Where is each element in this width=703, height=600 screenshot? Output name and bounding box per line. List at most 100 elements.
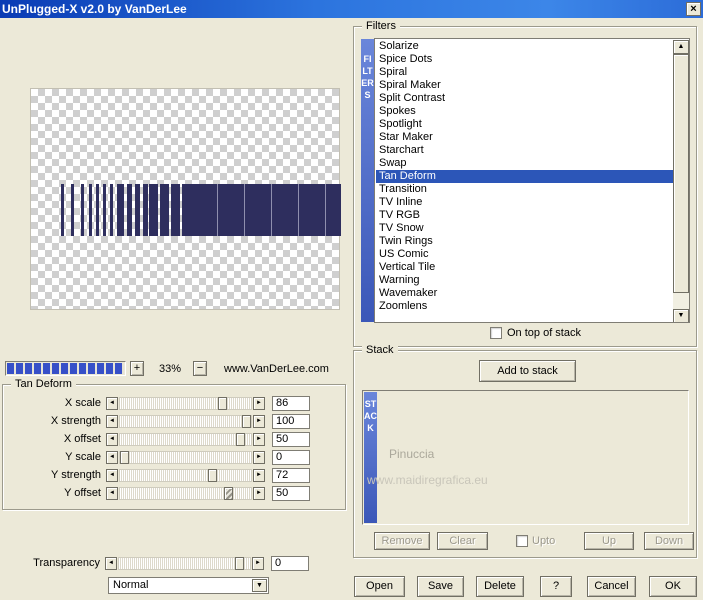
scroll-thumb[interactable]: [673, 54, 689, 293]
on-top-of-stack-checkbox[interactable]: [490, 327, 502, 339]
slider-track[interactable]: [119, 486, 252, 500]
filters-list[interactable]: Solarize Spice Dots Spiral Spiral Maker Spli…: [374, 38, 690, 323]
list-item[interactable]: Solarize: [376, 40, 673, 53]
list-item[interactable]: Spotlight: [376, 118, 673, 131]
list-item[interactable]: Spokes: [376, 105, 673, 118]
list-item[interactable]: Starchart: [376, 144, 673, 157]
slider-row-y-offset: Y offset ◄ ► 50: [7, 485, 345, 501]
slider-value-field[interactable]: 72: [272, 467, 310, 483]
delete-button[interactable]: Delete: [476, 576, 524, 597]
slider-right-arrow-icon[interactable]: ►: [253, 432, 265, 446]
slider-value-field[interactable]: 50: [272, 431, 310, 447]
list-item[interactable]: Zoomlens: [376, 300, 673, 313]
slider-left-arrow-icon[interactable]: ◄: [106, 450, 118, 464]
slider-right-arrow-icon[interactable]: ►: [253, 468, 265, 482]
slider-track[interactable]: [119, 414, 252, 428]
slider-track[interactable]: [119, 432, 252, 446]
remove-button[interactable]: Remove: [374, 532, 430, 550]
on-top-of-stack-label: On top of stack: [507, 327, 581, 339]
list-item[interactable]: Spice Dots: [376, 53, 673, 66]
slider-track[interactable]: [119, 468, 252, 482]
slider-thumb[interactable]: [223, 486, 233, 500]
stack-group-label: Stack: [362, 344, 398, 357]
filters-scrollbar[interactable]: ▲ ▼: [673, 40, 689, 322]
save-button[interactable]: Save: [417, 576, 464, 597]
slider-value-field[interactable]: 86: [272, 395, 310, 411]
progress-fill: [7, 363, 124, 374]
zoom-in-button[interactable]: +: [130, 361, 144, 376]
close-button[interactable]: ×: [686, 2, 701, 16]
band-stripes-medium: [89, 184, 119, 236]
scroll-up-icon: ▲: [677, 43, 685, 50]
slider-thumb[interactable]: [217, 396, 227, 410]
effect-band: [31, 184, 341, 236]
transparency-thumb[interactable]: [234, 556, 244, 570]
slider-left-arrow-icon[interactable]: ◄: [106, 432, 118, 446]
list-item[interactable]: Swap: [376, 157, 673, 170]
slider-thumb[interactable]: [235, 432, 245, 446]
window-titlebar[interactable]: UnPlugged-X v2.0 by VanDerLee: [0, 0, 703, 18]
up-button[interactable]: Up: [584, 532, 634, 550]
list-item[interactable]: TV RGB: [376, 209, 673, 222]
list-item[interactable]: US Comic: [376, 248, 673, 261]
slider-value-field[interactable]: 0: [272, 449, 310, 465]
slider-right-arrow-icon[interactable]: ►: [252, 556, 264, 570]
transparency-label: Transparency: [33, 557, 100, 569]
slider-left-arrow-icon[interactable]: ◄: [105, 556, 117, 570]
list-item[interactable]: Wavemaker: [376, 287, 673, 300]
band-stripes-dense: [119, 184, 149, 236]
transparency-track[interactable]: [118, 556, 251, 570]
list-item[interactable]: Twin Rings: [376, 235, 673, 248]
add-to-stack-button[interactable]: Add to stack: [479, 360, 576, 382]
slider-value-field[interactable]: 50: [272, 485, 310, 501]
ok-button[interactable]: OK: [649, 576, 697, 597]
list-item[interactable]: Split Contrast: [376, 92, 673, 105]
slider-thumb[interactable]: [207, 468, 217, 482]
list-item[interactable]: Vertical Tile: [376, 261, 673, 274]
zoom-out-button[interactable]: −: [193, 361, 207, 376]
slider-right-arrow-icon[interactable]: ►: [253, 414, 265, 428]
vendor-link[interactable]: www.VanDerLee.com: [224, 363, 329, 375]
open-button[interactable]: Open: [354, 576, 405, 597]
scroll-down-button[interactable]: ▼: [673, 309, 689, 322]
watermark-url: www.maidiregrafica.eu: [367, 473, 488, 487]
preview-canvas[interactable]: [30, 88, 341, 310]
slider-left-arrow-icon[interactable]: ◄: [106, 414, 118, 428]
slider-label: X scale: [64, 397, 101, 409]
clear-button[interactable]: Clear: [437, 532, 488, 550]
band-stripes-sparse: [61, 184, 89, 236]
window-title: UnPlugged-X v2.0 by VanDerLee: [2, 2, 187, 16]
stack-panel[interactable]: STACK Pinuccia www.maidiregrafica.eu: [362, 390, 689, 525]
slider-left-arrow-icon[interactable]: ◄: [106, 486, 118, 500]
slider-left-arrow-icon[interactable]: ◄: [106, 396, 118, 410]
list-item[interactable]: Warning: [376, 274, 673, 287]
cancel-button[interactable]: Cancel: [587, 576, 636, 597]
list-item[interactable]: Spiral Maker: [376, 79, 673, 92]
list-item[interactable]: TV Inline: [376, 196, 673, 209]
slider-left-arrow-icon[interactable]: ◄: [106, 468, 118, 482]
list-item[interactable]: Tan Deform: [376, 170, 673, 183]
upto-checkbox[interactable]: [516, 535, 528, 547]
slider-track[interactable]: [119, 396, 252, 410]
band-stripes-denser: [149, 184, 191, 236]
blend-mode-select[interactable]: Normal ▼: [108, 577, 269, 594]
slider-thumb[interactable]: [120, 450, 129, 464]
slider-right-arrow-icon[interactable]: ►: [253, 486, 265, 500]
dropdown-arrow-icon[interactable]: ▼: [252, 579, 267, 592]
slider-thumb[interactable]: [242, 414, 251, 428]
band-solid: [191, 184, 341, 236]
list-item[interactable]: Transition: [376, 183, 673, 196]
scroll-up-button[interactable]: ▲: [673, 40, 689, 54]
slider-right-arrow-icon[interactable]: ►: [253, 450, 265, 464]
list-item[interactable]: Spiral: [376, 66, 673, 79]
progress-bar: [5, 361, 126, 376]
slider-value-field[interactable]: 100: [272, 413, 310, 429]
transparency-value-field[interactable]: 0: [271, 555, 309, 571]
slider-right-arrow-icon[interactable]: ►: [253, 396, 265, 410]
slider-label: Y offset: [64, 487, 101, 499]
down-button[interactable]: Down: [644, 532, 694, 550]
help-button[interactable]: ?: [540, 576, 572, 597]
list-item[interactable]: Star Maker: [376, 131, 673, 144]
list-item[interactable]: TV Snow: [376, 222, 673, 235]
slider-track[interactable]: [119, 450, 252, 464]
